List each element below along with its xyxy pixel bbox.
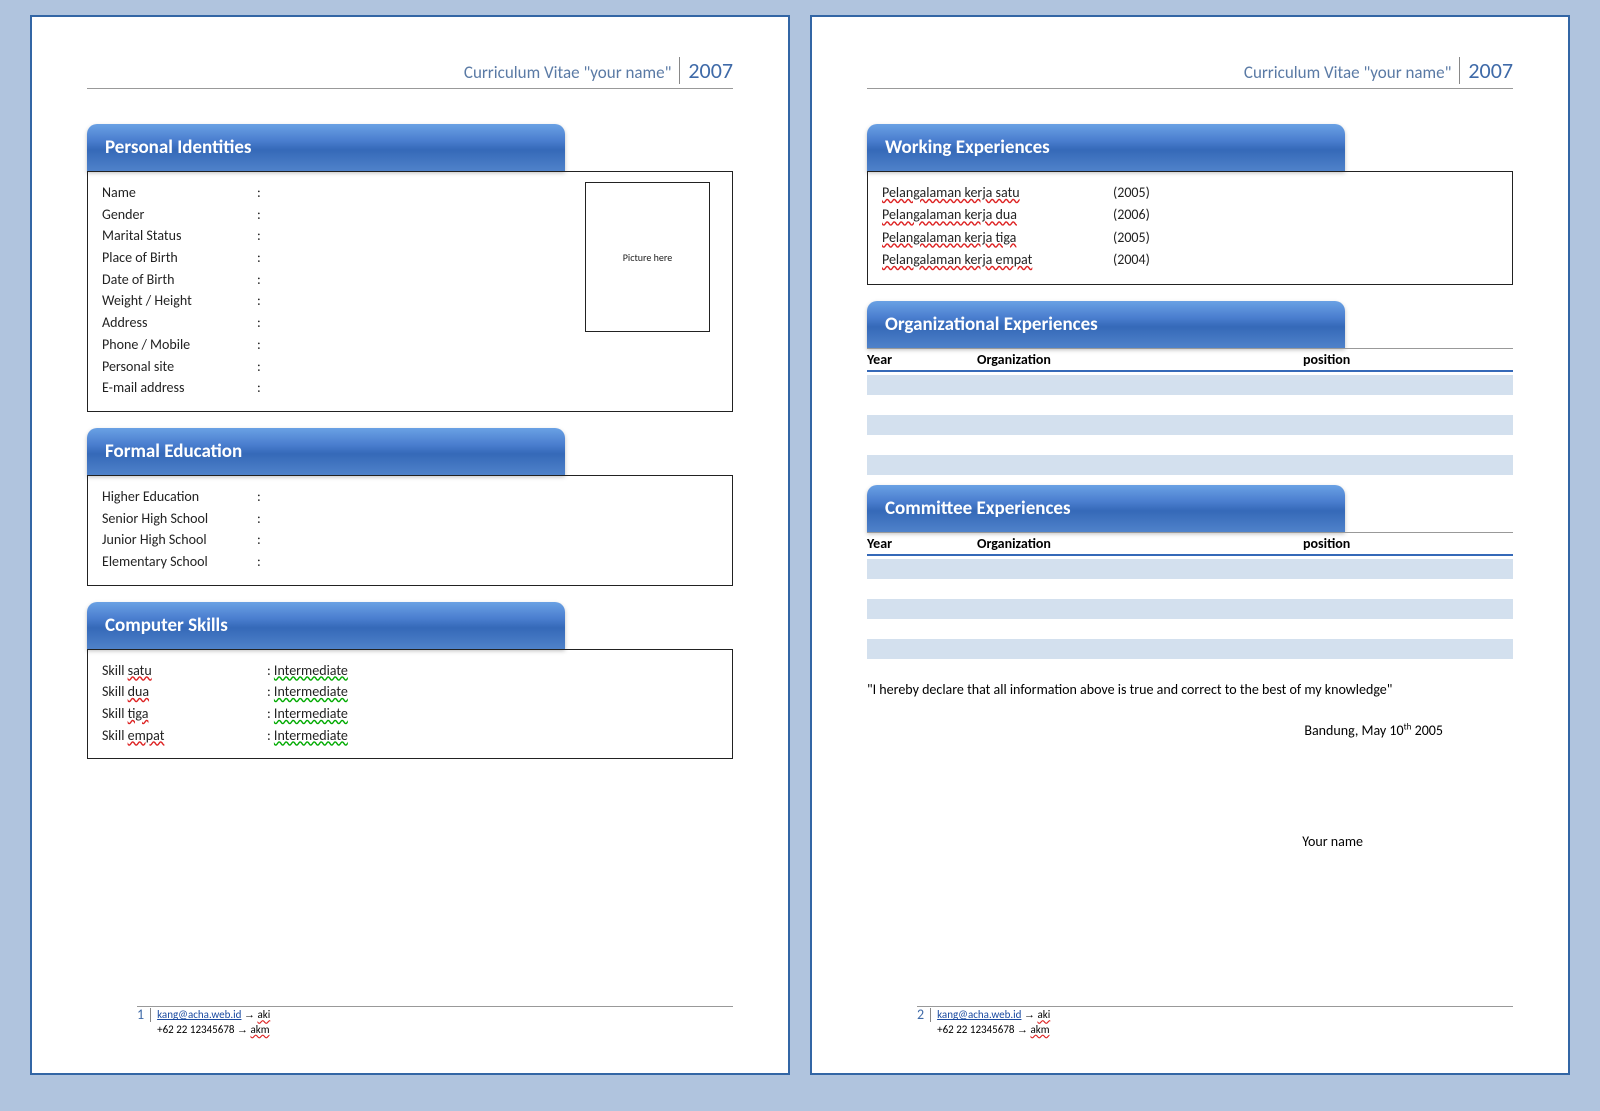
field-label: Senior High School [102, 508, 257, 530]
page-2: Curriculum Vitae "your name" 2007 Workin… [810, 15, 1570, 1075]
field-label: E-mail address [102, 377, 257, 399]
field-label: Higher Education [102, 486, 257, 508]
section-heading-committee: Committee Experiences [867, 485, 1345, 532]
skill-level: : Intermediate [267, 703, 348, 725]
footer-email: kang@acha.web.id [157, 1008, 241, 1021]
table-row: Pelangalaman kerja empat (2004) [882, 249, 1498, 271]
field-label: Weight / Height [102, 290, 257, 312]
exp-text: Pelangalaman kerja dua [882, 204, 1097, 226]
field-label: Junior High School [102, 529, 257, 551]
exp-text: Pelangalaman kerja tiga [882, 227, 1097, 249]
declaration-text: "I hereby declare that all information a… [867, 679, 1513, 700]
section-body-personal: Picture here Name: Gender: Marital Statu… [87, 171, 733, 412]
col-year: Year [867, 351, 977, 368]
section-body-education: Higher Education: Senior High School: Ju… [87, 475, 733, 586]
exp-year: (2004) [1113, 249, 1150, 271]
section-heading-working: Working Experiences [867, 124, 1345, 171]
table-row: Skill empat: Intermediate [102, 725, 718, 747]
page-number: 1 [137, 1008, 151, 1022]
header-title: Curriculum Vitae "your name" [464, 62, 672, 83]
table-row: Pelangalaman kerja tiga (2005) [882, 227, 1498, 249]
field-label: Elementary School [102, 551, 257, 573]
footer-email: kang@acha.web.id [937, 1008, 1021, 1021]
header: Curriculum Vitae "your name" 2007 [87, 57, 733, 89]
section-body-working: Pelangalaman kerja satu (2005) Pelangalam… [867, 171, 1513, 285]
skill-name: Skill tiga [102, 703, 267, 725]
table-row: Higher Education: [102, 486, 718, 508]
field-label: Marital Status [102, 225, 257, 247]
field-label: Gender [102, 204, 257, 226]
section-heading-personal: Personal Identities [87, 124, 565, 171]
section-heading-education: Formal Education [87, 428, 565, 475]
picture-placeholder: Picture here [585, 182, 710, 332]
skill-name: Skill satu [102, 660, 267, 682]
sign-location-date: Bandung, May 10th 2005 [867, 720, 1443, 741]
col-position: position [1303, 351, 1513, 368]
section-body-committee: Year Organization position [867, 532, 1513, 659]
table-header: Year Organization position [867, 348, 1513, 372]
section-body-skills: Skill satu: Intermediate Skill dua: Inte… [87, 649, 733, 760]
footer-phone: +62 22 12345678 [157, 1023, 234, 1036]
footer-contact: kang@acha.web.id → aki +62 22 12345678 →… [937, 1008, 1050, 1037]
table-row: E-mail address: [102, 377, 718, 399]
sign-name: Your name [867, 831, 1363, 852]
exp-text: Pelangalaman kerja satu [882, 182, 1097, 204]
striped-rows [867, 559, 1513, 659]
table-row: Skill tiga: Intermediate [102, 703, 718, 725]
exp-year: (2005) [1113, 227, 1150, 249]
table-row: Skill dua: Intermediate [102, 681, 718, 703]
skill-level: : Intermediate [267, 660, 348, 682]
section-heading-org: Organizational Experiences [867, 301, 1345, 348]
col-position: position [1303, 535, 1513, 552]
section-heading-skills: Computer Skills [87, 602, 565, 649]
skill-level: : Intermediate [267, 725, 348, 747]
exp-text: Pelangalaman kerja empat [882, 249, 1097, 271]
page-1: Curriculum Vitae "your name" 2007 Person… [30, 15, 790, 1075]
table-row: Elementary School: [102, 551, 718, 573]
header-title: Curriculum Vitae "your name" [1244, 62, 1452, 83]
striped-rows [867, 375, 1513, 475]
header-year: 2007 [1459, 57, 1513, 84]
skill-level: : Intermediate [267, 681, 348, 703]
footer: 1 kang@acha.web.id → aki +62 22 12345678… [137, 1006, 733, 1037]
col-org: Organization [977, 351, 1303, 368]
field-label: Personal site [102, 356, 257, 378]
exp-year: (2006) [1113, 204, 1150, 226]
table-row: Skill satu: Intermediate [102, 660, 718, 682]
table-row: Pelangalaman kerja satu (2005) [882, 182, 1498, 204]
page-number: 2 [917, 1008, 931, 1022]
header: Curriculum Vitae "your name" 2007 [867, 57, 1513, 89]
skill-name: Skill empat [102, 725, 267, 747]
table-header: Year Organization position [867, 532, 1513, 556]
table-row: Personal site: [102, 356, 718, 378]
table-row: Pelangalaman kerja dua (2006) [882, 204, 1498, 226]
table-row: Senior High School: [102, 508, 718, 530]
field-label: Address [102, 312, 257, 334]
exp-year: (2005) [1113, 182, 1150, 204]
field-label: Date of Birth [102, 269, 257, 291]
col-org: Organization [977, 535, 1303, 552]
footer: 2 kang@acha.web.id → aki +62 22 12345678… [917, 1006, 1513, 1037]
table-row: Phone / Mobile: [102, 334, 718, 356]
section-body-org: Year Organization position [867, 348, 1513, 475]
col-year: Year [867, 535, 977, 552]
footer-contact: kang@acha.web.id → aki +62 22 12345678 →… [157, 1008, 270, 1037]
header-year: 2007 [679, 57, 733, 84]
skill-name: Skill dua [102, 681, 267, 703]
field-label: Phone / Mobile [102, 334, 257, 356]
field-label: Name [102, 182, 257, 204]
table-row: Junior High School: [102, 529, 718, 551]
field-label: Place of Birth [102, 247, 257, 269]
footer-phone: +62 22 12345678 [937, 1023, 1014, 1036]
